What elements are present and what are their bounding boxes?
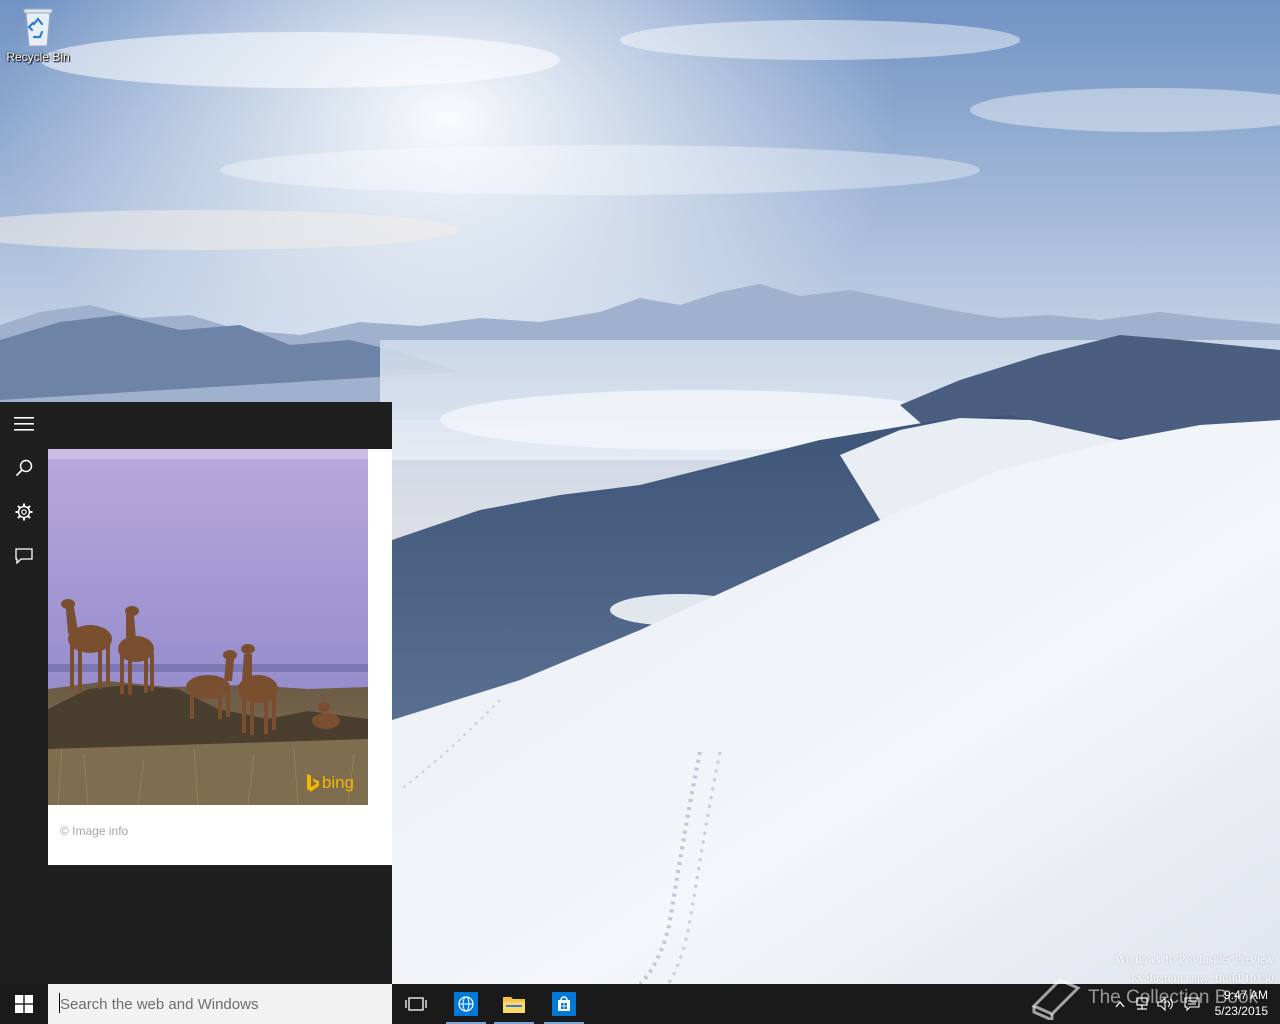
bing-icon xyxy=(306,774,319,792)
cortana-panel: bing © Image info xyxy=(0,402,392,984)
feedback-nav-button[interactable] xyxy=(0,534,48,578)
hamburger-menu-button[interactable] xyxy=(0,402,48,446)
start-button[interactable] xyxy=(0,984,48,1024)
image-info-link[interactable]: © Image info xyxy=(60,824,128,838)
feedback-icon xyxy=(15,548,33,564)
settings-nav-button[interactable] xyxy=(0,490,48,534)
recycle-bin-icon xyxy=(18,6,58,48)
store-icon xyxy=(552,992,576,1016)
globe-icon xyxy=(454,992,478,1016)
recycle-bin-shortcut[interactable]: Recycle Bin xyxy=(4,6,72,64)
bing-image-card[interactable]: bing © Image info xyxy=(48,449,392,865)
deer-herd-photo: bing xyxy=(48,449,368,805)
bing-label: bing xyxy=(321,773,354,792)
task-view-icon xyxy=(405,997,427,1011)
windows-logo-icon xyxy=(15,995,33,1013)
bing-logo[interactable]: bing xyxy=(306,773,354,793)
file-explorer-button[interactable] xyxy=(490,984,538,1024)
collection-book-watermark: The Collection Book xyxy=(1030,976,1258,1020)
store-button[interactable] xyxy=(540,984,588,1024)
text-cursor xyxy=(59,993,60,1013)
cortana-rail xyxy=(0,402,48,984)
search-icon xyxy=(15,459,33,477)
hamburger-icon xyxy=(14,417,34,431)
edge-browser-button[interactable] xyxy=(442,984,490,1024)
watermark-line-1: Windows 10 Pro Insider Preview xyxy=(1115,952,1274,966)
gear-icon xyxy=(15,503,33,521)
task-view-button[interactable] xyxy=(392,984,440,1024)
folder-icon xyxy=(503,997,525,1013)
book-icon xyxy=(1031,978,1081,1020)
search-nav-button[interactable] xyxy=(0,446,48,490)
taskbar-search-input[interactable] xyxy=(48,984,392,1024)
recycle-bin-label: Recycle Bin xyxy=(6,50,70,64)
collection-book-text: The Collection Book xyxy=(1088,987,1259,1008)
